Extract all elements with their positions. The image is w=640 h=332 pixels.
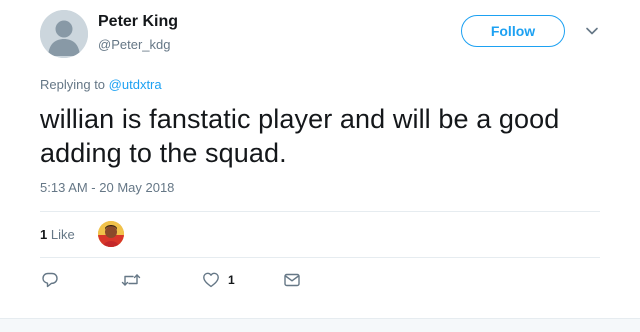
tweet-text: willian is fanstatic player and will be …: [40, 104, 560, 168]
retweet-icon: [121, 274, 141, 286]
replying-to-label: Replying to: [40, 77, 106, 92]
default-avatar-icon: [40, 10, 88, 58]
author-handle[interactable]: @Peter_kdg: [98, 37, 170, 52]
tweet-timestamp[interactable]: 5:13 AM - 20 May 2018: [40, 180, 174, 195]
liker-avatar-image: [98, 221, 124, 247]
likes-label: Like: [50, 227, 75, 242]
footer-strip: [0, 318, 640, 332]
heart-icon: [203, 272, 219, 288]
reply-mention-link[interactable]: @utdxtra: [109, 77, 162, 92]
like-button[interactable]: 1: [202, 270, 235, 290]
author-name[interactable]: Peter King: [98, 13, 178, 31]
tweet-card: Peter King @Peter_kdg Follow Replying to…: [0, 0, 640, 318]
more-options-button[interactable]: [584, 23, 600, 39]
direct-message-button[interactable]: [283, 270, 301, 290]
likes-stat[interactable]: 1 Like: [40, 227, 75, 242]
author-avatar[interactable]: [40, 10, 88, 58]
direct-message-icon: [284, 273, 300, 287]
liker-avatar[interactable]: [98, 221, 124, 247]
likes-number: 1: [40, 227, 48, 242]
follow-button[interactable]: Follow: [461, 15, 565, 47]
divider: [40, 257, 600, 258]
like-count: 1: [228, 273, 235, 287]
divider: [40, 211, 600, 212]
replying-to: Replying to @utdxtra: [40, 77, 162, 92]
reply-icon: [42, 272, 58, 288]
reply-button[interactable]: [41, 270, 59, 290]
chevron-down-icon: [586, 27, 598, 35]
retweet-button[interactable]: [121, 270, 141, 290]
